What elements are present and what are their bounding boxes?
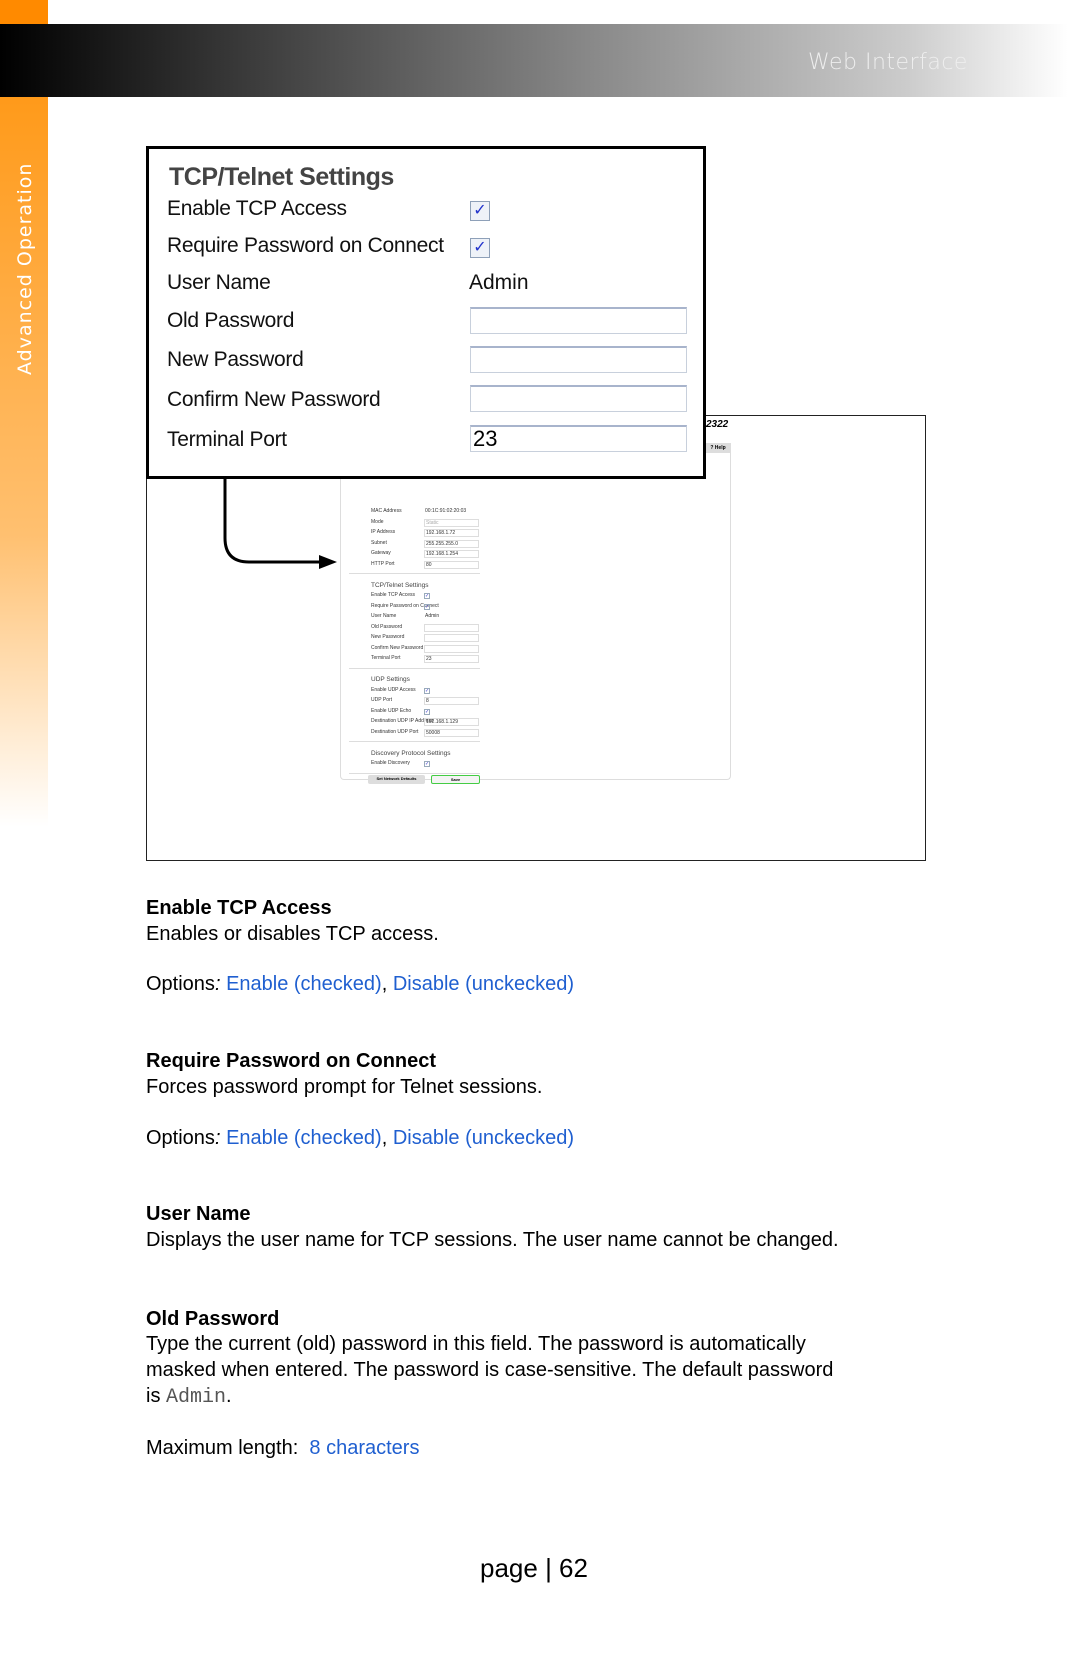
require-password-label: Require Password on Connect xyxy=(167,234,444,257)
setting-value: Admin xyxy=(425,613,440,619)
section-title-enable-tcp: Enable TCP Access xyxy=(146,897,332,919)
divider xyxy=(349,741,480,742)
terminal-port-label: Terminal Port xyxy=(167,428,287,451)
new-password-label: New Password xyxy=(167,348,304,371)
confirm-password-label: Confirm New Password xyxy=(167,388,381,411)
setting-value[interactable]: 192.168.1.129 xyxy=(424,718,479,726)
setting-value[interactable]: 192.168.1.254 xyxy=(424,550,479,558)
setting-value[interactable] xyxy=(424,644,479,653)
user-name-value: Admin xyxy=(469,271,529,294)
enable-tcp-label: Enable TCP Access xyxy=(167,197,347,220)
colon: : xyxy=(214,1127,221,1149)
new-password-input[interactable] xyxy=(470,346,687,373)
user-name-label: User Name xyxy=(167,271,271,294)
terminal-port-input[interactable]: 23 xyxy=(470,425,687,452)
section-desc: masked when entered. The password is cas… xyxy=(146,1359,834,1381)
setting-value[interactable]: 80 xyxy=(424,560,479,569)
callout-title: TCP/Telnet Settings xyxy=(169,163,394,191)
old-password-input[interactable] xyxy=(470,307,687,334)
enable-tcp-checkbox[interactable]: ✓ xyxy=(470,201,490,221)
setting-checkbox[interactable]: ✓ xyxy=(424,593,430,599)
options-line: Options: Enable (checked), Disable (unck… xyxy=(146,973,574,996)
max-length-value: 8 characters xyxy=(309,1437,420,1459)
save-button[interactable]: Save xyxy=(431,775,480,784)
header-title: Web Interface xyxy=(808,50,968,75)
section-title-old-password: Old Password xyxy=(146,1308,280,1330)
options-label: Options xyxy=(146,1127,215,1149)
setting-select[interactable]: Static xyxy=(424,518,479,527)
page-number: page | 62 xyxy=(480,1553,588,1583)
section-desc: Forces password prompt for Telnet sessio… xyxy=(146,1076,543,1098)
options-line: Options: Enable (checked), Disable (unck… xyxy=(146,1127,574,1150)
max-length-label: Maximum length: xyxy=(146,1437,310,1459)
setting-value[interactable] xyxy=(424,623,479,632)
setting-checkbox[interactable]: ✓ xyxy=(424,687,430,694)
section-desc: Displays the user name for TCP sessions.… xyxy=(146,1229,839,1251)
section-desc: is Admin. xyxy=(146,1385,232,1409)
setting-checkbox[interactable]: ✓ xyxy=(424,603,430,610)
section-title-require-password: Require Password on Connect xyxy=(146,1050,437,1072)
text: . xyxy=(226,1385,232,1407)
options-label: Options xyxy=(146,973,215,995)
arrow-icon xyxy=(223,478,337,569)
setting-value[interactable]: 50008 xyxy=(424,728,479,737)
orange-tab xyxy=(0,0,48,24)
model-number: 2322 xyxy=(706,419,729,430)
setting-value[interactable]: 255.255.255.0 xyxy=(424,539,479,548)
default-password: Admin xyxy=(166,1386,227,1409)
option-disable: Disable (unckecked) xyxy=(392,1127,575,1149)
tcp-telnet-callout: TCP/Telnet Settings Enable TCP Access ✓ … xyxy=(146,146,706,479)
setting-checkbox[interactable]: ✓ xyxy=(424,761,430,767)
section-title-user-name: User Name xyxy=(146,1203,251,1225)
option-enable: Enable (checked) xyxy=(226,1127,382,1149)
divider xyxy=(349,667,480,669)
colon: : xyxy=(214,973,221,995)
divider xyxy=(349,573,480,574)
comma: , xyxy=(381,973,393,995)
set-network-defaults-button[interactable]: Set Network Defaults xyxy=(368,775,425,784)
setting-label: UDP Settings xyxy=(371,676,410,683)
confirm-password-input[interactable] xyxy=(470,385,687,412)
setting-value[interactable]: 192.168.1.72 xyxy=(424,529,479,537)
setting-checkbox[interactable]: ✓ xyxy=(424,708,430,715)
text: is xyxy=(146,1385,166,1407)
setting-value[interactable]: 8 xyxy=(424,697,479,705)
require-password-checkbox[interactable]: ✓ xyxy=(470,238,490,258)
section-label: Advanced Operation xyxy=(14,162,36,375)
divider xyxy=(349,772,480,774)
section-desc: Enables or disables TCP access. xyxy=(146,923,439,945)
option-enable: Enable (checked) xyxy=(226,973,382,995)
section-desc: Type the current (old) password in this … xyxy=(146,1333,806,1355)
option-disable: Disable (unckecked) xyxy=(392,973,575,995)
old-password-label: Old Password xyxy=(167,309,295,332)
setting-label: Discovery Protocol Settings xyxy=(371,749,451,757)
setting-value[interactable] xyxy=(424,634,479,642)
setting-value[interactable]: 23 xyxy=(424,655,479,663)
max-length-line: Maximum length: 8 characters xyxy=(146,1437,419,1460)
comma: , xyxy=(381,1127,393,1149)
setting-label: TCP/Telnet Settings xyxy=(371,581,429,589)
setting-value: 00:1C:91:02:20:03 xyxy=(425,508,467,514)
